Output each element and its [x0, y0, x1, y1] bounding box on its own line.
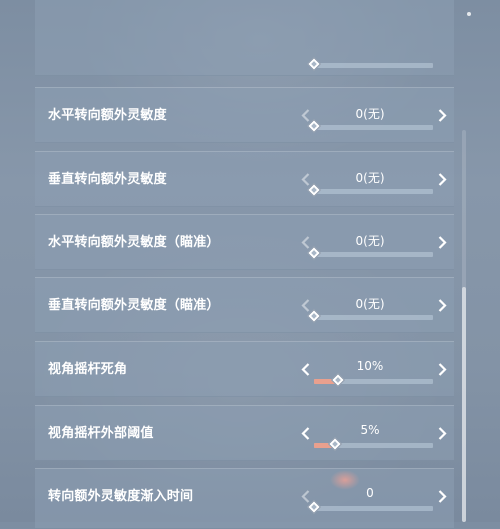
setting-value: 0(无) [355, 234, 385, 248]
setting-label: 视角摇杆外部阈值 [48, 426, 154, 441]
slider-track[interactable] [306, 499, 433, 515]
chevron-right-icon [438, 426, 447, 440]
chevron-right-icon [438, 172, 447, 186]
slider-track[interactable] [314, 436, 433, 452]
scrollbar[interactable] [462, 130, 466, 522]
chevron-left-icon [300, 298, 309, 312]
chevron-left-icon [300, 362, 309, 376]
decrease-button[interactable] [298, 234, 312, 250]
status-dot [467, 12, 471, 16]
slider-knob[interactable] [328, 436, 343, 452]
setting-label: 水平转向额外灵敏度（瞄准） [48, 235, 220, 250]
decrease-button[interactable] [298, 488, 312, 504]
increase-button[interactable] [435, 425, 449, 441]
setting-label: 视角摇杆死角 [48, 362, 128, 377]
chevron-left-icon [300, 426, 309, 440]
settings-row-look-stick-outer-threshold: 视角摇杆外部阈值 5% [35, 405, 454, 461]
chevron-right-icon [438, 489, 447, 503]
chevron-right-icon [438, 298, 447, 312]
settings-row-turn-sensitivity-ramp-time: 转向额外灵敏度渐入时间 0 [35, 468, 454, 529]
setting-value: 0(无) [355, 107, 385, 121]
increase-button[interactable] [435, 297, 449, 313]
setting-label: 水平转向额外灵敏度 [48, 108, 167, 123]
settings-row-horizontal-extra-sensitivity-aim: 水平转向额外灵敏度（瞄准） 0(无) [35, 214, 454, 270]
slider-knob[interactable] [330, 372, 345, 388]
setting-value: 10% [356, 359, 384, 373]
slider-track[interactable] [306, 182, 433, 198]
decrease-button[interactable] [298, 107, 312, 123]
settings-list: 水平转向额外灵敏度 0(无) 垂直转向额外灵敏度 0(无) 水平转向额外灵敏度（… [35, 0, 454, 529]
setting-value: 0(无) [355, 171, 385, 185]
increase-button[interactable] [435, 234, 449, 250]
settings-row-look-stick-deadzone: 视角摇杆死角 10% [35, 341, 454, 397]
scrollbar-thumb[interactable] [462, 286, 466, 522]
chevron-left-icon [300, 235, 309, 249]
decrease-button[interactable] [298, 361, 312, 377]
settings-row-vertical-extra-sensitivity-aim: 垂直转向额外灵敏度（瞄准） 0(无) [35, 277, 454, 333]
settings-row-partial [35, 0, 454, 76]
decrease-button[interactable] [298, 297, 312, 313]
increase-button[interactable] [435, 171, 449, 187]
slider-track[interactable] [306, 56, 433, 72]
chevron-left-icon [300, 108, 309, 122]
setting-value: 0(无) [355, 297, 385, 311]
decrease-button[interactable] [298, 171, 312, 187]
slider-track[interactable] [306, 118, 433, 134]
increase-button[interactable] [435, 488, 449, 504]
blurred-highlight [330, 470, 360, 490]
setting-value: 5% [360, 423, 380, 437]
increase-button[interactable] [435, 107, 449, 123]
setting-label: 垂直转向额外灵敏度（瞄准） [48, 298, 220, 313]
setting-label: 垂直转向额外灵敏度 [48, 172, 167, 187]
chevron-left-icon [300, 172, 309, 186]
increase-button[interactable] [435, 361, 449, 377]
chevron-right-icon [438, 362, 447, 376]
slider-knob[interactable] [306, 56, 322, 72]
decrease-button[interactable] [298, 425, 312, 441]
settings-row-horizontal-extra-sensitivity: 水平转向额外灵敏度 0(无) [35, 87, 454, 143]
settings-row-vertical-extra-sensitivity: 垂直转向额外灵敏度 0(无) [35, 151, 454, 207]
chevron-left-icon [300, 489, 309, 503]
chevron-right-icon [438, 235, 447, 249]
slider-track[interactable] [306, 308, 433, 324]
slider-track[interactable] [306, 245, 433, 261]
slider-track[interactable] [314, 372, 433, 388]
chevron-right-icon [438, 108, 447, 122]
setting-label: 转向额外灵敏度渐入时间 [48, 489, 194, 504]
